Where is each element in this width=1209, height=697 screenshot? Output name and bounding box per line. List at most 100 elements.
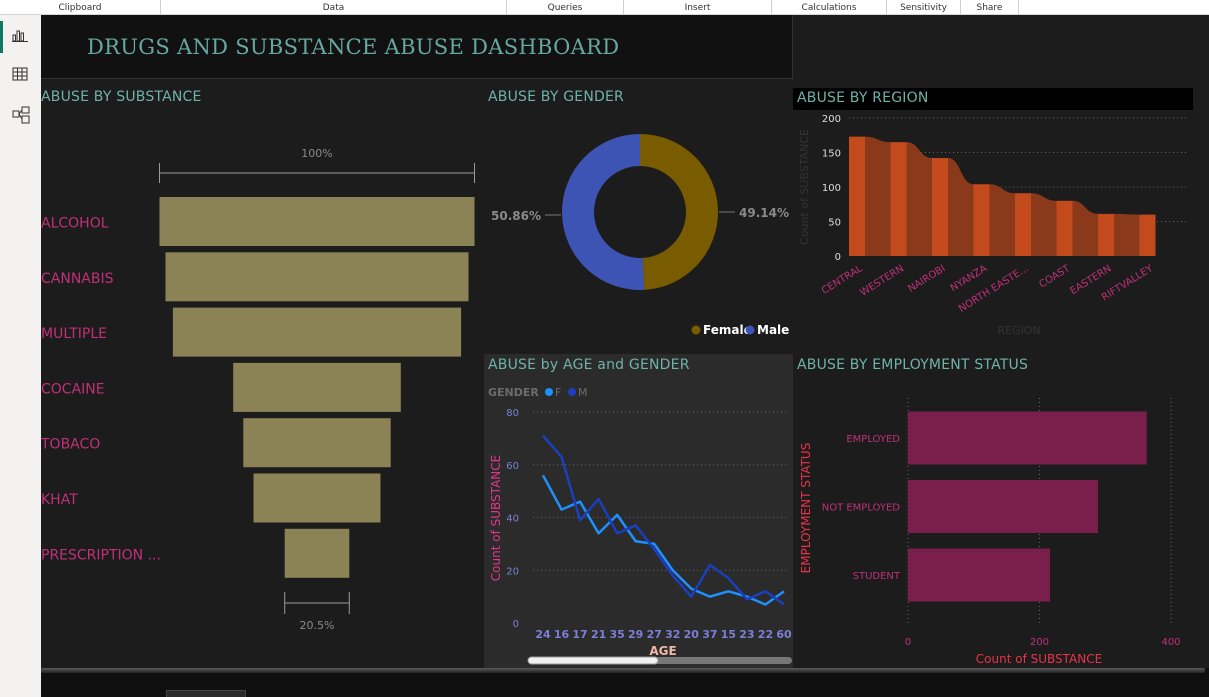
employment-x-axis-title: Count of SUBSTANCE [976, 652, 1102, 666]
legend-label-m: M [578, 386, 588, 399]
age-x-tick: 35 [609, 628, 624, 641]
region-ribbon [1072, 200, 1098, 256]
report-view-icon [12, 30, 28, 42]
region-ribbon [1031, 193, 1057, 256]
employment-x-tick: 0 [905, 637, 911, 648]
region-ribbon-chart: 050100150200CENTRALWESTERN NAIROBI NYANZAN… [798, 114, 1186, 337]
substance-funnel-chart: 100% ALCOHOL CANNABIS MULTIPLE COCAINE TOBACO… [41, 147, 475, 632]
age-x-tick: 27 [647, 628, 662, 641]
age-scrollbar-thumb[interactable] [527, 656, 659, 665]
age-series-line-f [541, 474, 785, 606]
employment-x-tick: 200 [1030, 637, 1049, 648]
employment-bar [908, 411, 1147, 465]
region-ribbon [906, 142, 932, 256]
employment-bar-chart: 0 200 400 EMPLOYED NOT EMPLOYED STUDENT Count … [799, 398, 1181, 666]
age-x-tick: 32 [665, 628, 680, 641]
region-y-tick: 0 [835, 252, 841, 263]
legend-label-male: Male [757, 323, 789, 337]
age-legend-title: GENDER [488, 386, 539, 399]
region-y-tick: 150 [822, 149, 841, 160]
report-view-button[interactable] [0, 17, 41, 55]
age-x-tick: 15 [721, 628, 736, 641]
ribbon-group-insert[interactable]: Insert [624, 0, 772, 15]
funnel-category-label: CANNABIS [41, 271, 114, 287]
page-tab[interactable] [166, 690, 246, 697]
model-view-button[interactable] [0, 96, 41, 134]
funnel-category-label: TOBACO [41, 437, 100, 453]
region-y-axis-title: Count of SUBSTANCE [798, 129, 811, 245]
funnel-top-label: 100% [301, 147, 332, 160]
region-y-tick: 100 [822, 183, 841, 194]
employment-y-axis-title: EMPLOYMENT STATUS [799, 443, 813, 574]
employment-category-label: NOT EMPLOYED [822, 503, 901, 514]
region-ribbon [989, 184, 1015, 256]
age-y-tick: 0 [513, 619, 519, 630]
funnel-category-label: ALCOHOL [41, 216, 109, 232]
region-x-label: COAST [1037, 263, 1072, 291]
employment-category-label: EMPLOYED [846, 434, 900, 445]
region-bar [932, 158, 948, 256]
region-x-label: NORTH EASTE... [957, 263, 1031, 315]
age-x-tick: 23 [739, 628, 754, 641]
employment-category-label: STUDENT [853, 571, 901, 582]
region-bar [1056, 200, 1073, 256]
funnel-category-label: COCAINE [41, 381, 105, 397]
age-x-tick: 37 [702, 628, 717, 641]
funnel-bottom-label: 20.5% [300, 619, 335, 632]
age-y-tick: 40 [506, 514, 519, 525]
ribbon-group-share[interactable]: Share [961, 0, 1019, 15]
view-sidebar [0, 15, 41, 697]
donut-label-female: 49.14% [739, 206, 789, 220]
legend-dot-m [568, 388, 576, 396]
ribbon-bar: Clipboard Data Queries Insert Calculations Se… [0, 0, 1209, 15]
region-bar [1098, 213, 1114, 256]
gender-donut-chart: 49.14% 50.86% Female Male [491, 134, 789, 337]
table-view-button[interactable] [0, 56, 41, 94]
region-ribbon [948, 158, 974, 256]
ribbon-group-data[interactable]: Data [161, 0, 507, 15]
employment-bar [908, 480, 1099, 533]
ribbon-group-calculations[interactable]: Calculations [772, 0, 887, 15]
region-ribbon [1114, 213, 1140, 256]
legend-label-f: F [555, 386, 561, 399]
donut-slice-female [640, 134, 719, 290]
age-y-tick: 80 [506, 408, 519, 419]
canvas-bottom-edge [41, 668, 1205, 673]
region-y-tick: 200 [822, 114, 841, 125]
age-x-tick: 16 [554, 628, 570, 641]
funnel-bar [284, 528, 350, 578]
region-x-label: NAIROBI [906, 263, 947, 295]
region-x-label: WESTERN [858, 263, 906, 299]
age-x-tick: 22 [758, 628, 773, 641]
ribbon-group-sensitivity[interactable]: Sensitivity [887, 0, 961, 15]
age-y-tick: 60 [506, 461, 519, 472]
funnel-bar [233, 362, 401, 412]
legend-label-female: Female [703, 323, 752, 337]
ribbon-group-queries[interactable]: Queries [507, 0, 624, 15]
age-x-axis-title: AGE [649, 644, 676, 658]
age-y-tick: 20 [506, 566, 519, 577]
age-x-tick: 29 [628, 628, 643, 641]
region-bar [973, 184, 990, 256]
region-bar [849, 136, 865, 256]
page-tab-bar [41, 668, 1209, 697]
donut-label-male: 50.86% [491, 209, 541, 223]
funnel-category-label: KHAT [41, 492, 78, 508]
funnel-category-label: PRESCRIPTION ... [41, 547, 161, 563]
region-x-label: CENTRAL [820, 263, 865, 297]
dashboard-charts[interactable]: 100% ALCOHOL CANNABIS MULTIPLE COCAINE TOBACO… [41, 15, 1209, 673]
age-gender-line-chart: GENDER F M02040608024 16 17 21 35 29 27 32 20 37 15 2… [488, 386, 792, 665]
funnel-bar [253, 473, 381, 523]
funnel-bar [165, 252, 469, 302]
age-x-tick: 60 [776, 628, 792, 641]
region-bar [890, 142, 907, 256]
age-y-axis-title: Count of SUBSTANCE [489, 455, 503, 581]
donut-slice-male [562, 134, 645, 290]
model-view-icon [12, 106, 30, 124]
employment-bar [908, 548, 1051, 602]
ribbon-group-clipboard[interactable]: Clipboard [0, 0, 161, 15]
funnel-bar [172, 307, 462, 357]
legend-dot-male [745, 325, 755, 335]
age-x-tick: 17 [572, 628, 587, 641]
region-bar [1139, 214, 1156, 256]
